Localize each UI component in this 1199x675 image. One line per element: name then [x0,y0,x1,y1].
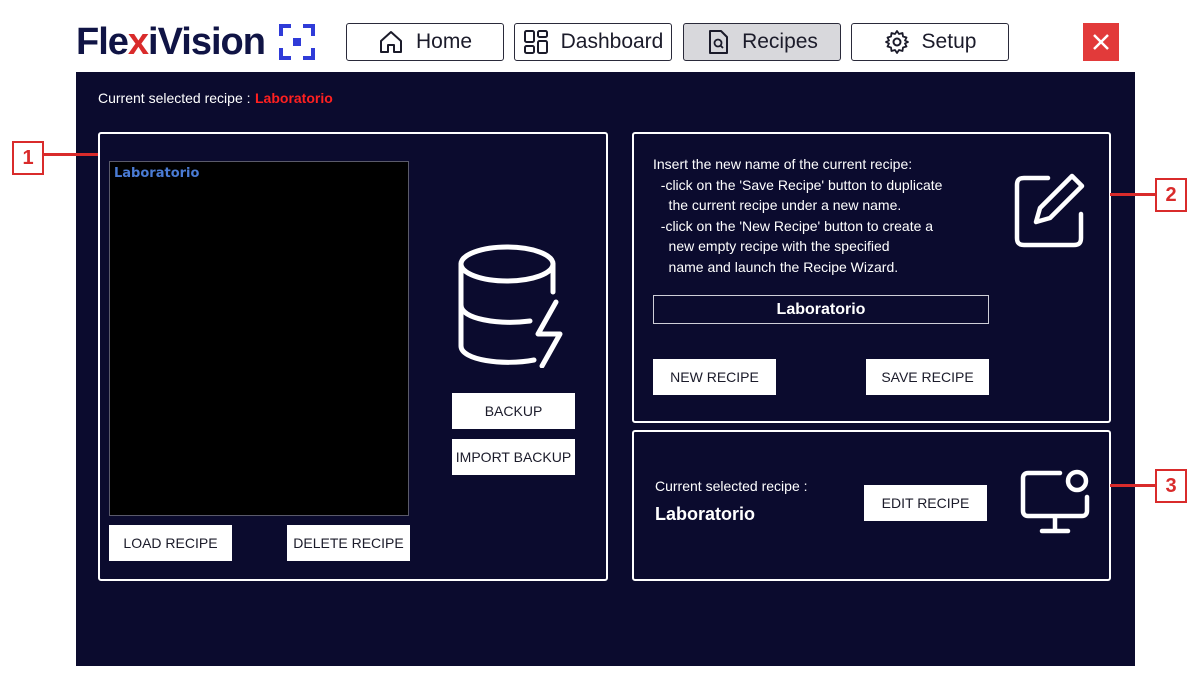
import-backup-button[interactable]: IMPORT BACKUP [452,439,575,475]
close-button[interactable] [1083,23,1119,61]
logo-text: FlexiVision [76,20,266,63]
edit-recipe-section: Current selected recipe : Laboratorio ED… [632,430,1111,581]
edit-recipe-button[interactable]: EDIT RECIPE [864,485,987,521]
nav-setup-label: Setup [921,30,977,53]
database-icon [458,244,563,368]
recipe-name-input[interactable]: Laboratorio [653,295,989,324]
edit-icon [1014,173,1085,248]
recipe-listbox[interactable]: Laboratorio [109,161,409,516]
callout-1: 1 [12,141,44,175]
list-item[interactable]: Laboratorio [114,166,199,181]
nav-home-button[interactable]: Home [346,23,504,61]
nav-dashboard-button[interactable]: Dashboard [514,23,672,61]
current-recipe-label: Current selected recipe : [655,478,808,494]
delete-recipe-button[interactable]: DELETE RECIPE [287,525,410,561]
new-recipe-button[interactable]: NEW RECIPE [653,359,776,395]
selected-recipe-label: Current selected recipe : [98,90,251,106]
current-recipe-value: Laboratorio [655,504,756,524]
backup-button[interactable]: BACKUP [452,393,575,429]
callout-2-line [1110,193,1155,196]
close-icon [1093,34,1109,50]
callout-3-line [1110,484,1155,487]
home-icon [379,31,402,53]
dashboard-icon [523,30,548,54]
monitor-settings-icon [1020,469,1090,534]
nav-recipes-label: Recipes [742,30,818,53]
nav-dashboard-label: Dashboard [560,30,664,53]
recipes-panel: Current selected recipe : Laboratorio La… [76,72,1135,666]
logo-mark-icon [278,24,315,60]
recipe-list-section: Laboratorio LOAD RECIPE DELETE RECIPE BA… [98,132,608,581]
load-recipe-button[interactable]: LOAD RECIPE [109,525,232,561]
nav-setup-button[interactable]: Setup [851,23,1009,61]
callout-3: 3 [1155,469,1187,503]
new-recipe-section: Insert the new name of the current recip… [632,132,1111,423]
callout-2: 2 [1155,178,1187,212]
save-recipe-button[interactable]: SAVE RECIPE [866,359,989,395]
recipes-icon [709,30,729,54]
new-recipe-instructions: Insert the new name of the current recip… [653,156,943,275]
nav-home-label: Home [415,30,473,53]
nav-recipes-button[interactable]: Recipes [683,23,841,61]
app-logo: FlexiVision [76,20,315,64]
gear-icon [884,30,909,54]
selected-recipe-value: Laboratorio [255,90,333,106]
callout-1-line [44,153,98,156]
